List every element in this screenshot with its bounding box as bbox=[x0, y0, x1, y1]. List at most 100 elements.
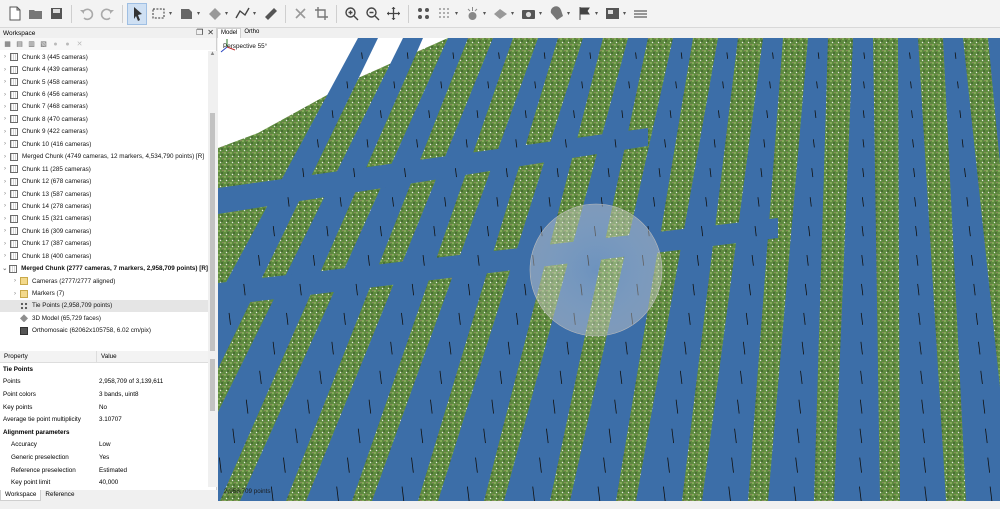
collapsed-arrow-icon[interactable]: › bbox=[0, 203, 10, 209]
model-viewport[interactable]: Perspective 55° 2,958,709 points bbox=[218, 38, 1000, 501]
tree-item[interactable]: › Chunk 11 (285 cameras) bbox=[0, 163, 208, 175]
model-selection-icon[interactable] bbox=[176, 3, 196, 25]
delete-icon[interactable] bbox=[290, 3, 310, 25]
collapsed-arrow-icon[interactable]: › bbox=[0, 79, 10, 85]
camera-icon[interactable] bbox=[518, 3, 538, 25]
dropdown-caret-icon[interactable]: ▾ bbox=[455, 10, 462, 17]
tree-item[interactable]: › Chunk 13 (587 cameras) bbox=[0, 188, 208, 200]
tree-item[interactable]: › Chunk 7 (468 cameras) bbox=[0, 101, 208, 113]
workspace-scrollbar[interactable]: ▲ ▼ bbox=[208, 51, 217, 375]
collapsed-arrow-icon[interactable]: › bbox=[0, 154, 10, 160]
markers-flag-icon[interactable] bbox=[574, 3, 594, 25]
move-icon[interactable] bbox=[383, 3, 403, 25]
draw-polyline-icon[interactable] bbox=[232, 3, 252, 25]
remove-icon[interactable]: ✕ bbox=[75, 40, 84, 49]
add-photos-icon[interactable]: ▤ bbox=[15, 40, 24, 49]
collapsed-arrow-icon[interactable]: › bbox=[0, 116, 10, 122]
tab-model[interactable]: Model bbox=[217, 28, 242, 38]
dropdown-caret-icon[interactable]: ▾ bbox=[595, 10, 602, 17]
collapsed-arrow-icon[interactable]: › bbox=[0, 104, 10, 110]
tree-item[interactable]: › Cameras (2777/2777 aligned) bbox=[0, 275, 208, 287]
tab-workspace[interactable]: Workspace bbox=[0, 490, 42, 501]
tab-reference[interactable]: Reference bbox=[41, 490, 78, 501]
tree-item[interactable]: › Chunk 3 (445 cameras) bbox=[0, 51, 208, 63]
disable-icon[interactable]: ● bbox=[63, 40, 72, 49]
redo-icon[interactable] bbox=[97, 3, 117, 25]
tree-item[interactable]: › Markers (7) bbox=[0, 287, 208, 299]
zoom-in-icon[interactable] bbox=[341, 3, 361, 25]
ruler-icon[interactable] bbox=[260, 3, 280, 25]
tree-item[interactable]: ⌄ Merged Chunk (2777 cameras, 7 markers, … bbox=[0, 262, 208, 274]
property-section[interactable]: Tie Points bbox=[0, 363, 208, 376]
tree-item[interactable]: › Chunk 18 (400 cameras) bbox=[0, 250, 208, 262]
tree-item[interactable]: › Chunk 9 (422 cameras) bbox=[0, 126, 208, 138]
property-row[interactable]: Key point limit 40,000 bbox=[0, 476, 208, 487]
zoom-out-icon[interactable] bbox=[362, 3, 382, 25]
expanded-arrow-icon[interactable]: ⌄ bbox=[0, 265, 9, 272]
new-file-icon[interactable] bbox=[4, 3, 24, 25]
open-folder-icon[interactable] bbox=[25, 3, 45, 25]
collapsed-arrow-icon[interactable]: › bbox=[0, 166, 10, 172]
lighting-icon[interactable] bbox=[462, 3, 482, 25]
collapsed-arrow-icon[interactable]: › bbox=[0, 228, 10, 234]
undo-icon[interactable] bbox=[76, 3, 96, 25]
undock-icon[interactable]: ❐ bbox=[196, 28, 203, 38]
tree-item[interactable]: 3D Model (65,729 faces) bbox=[0, 312, 208, 324]
collapsed-arrow-icon[interactable]: › bbox=[10, 278, 20, 284]
add-chunk-icon[interactable]: ▦ bbox=[3, 40, 12, 49]
tree-item[interactable]: › Chunk 4 (439 cameras) bbox=[0, 63, 208, 75]
navigation-pointer-icon[interactable] bbox=[127, 2, 147, 25]
collapsed-arrow-icon[interactable]: › bbox=[0, 141, 10, 147]
dropdown-caret-icon[interactable]: ▾ bbox=[539, 10, 546, 17]
tree-item[interactable]: › Chunk 6 (456 cameras) bbox=[0, 88, 208, 100]
property-row[interactable]: Accuracy Low bbox=[0, 439, 208, 452]
shape-selection-icon[interactable] bbox=[204, 3, 224, 25]
enable-icon[interactable]: ● bbox=[51, 40, 60, 49]
tree-item[interactable]: Orthomosaic (62062x105758, 6.02 cm/pix) bbox=[0, 325, 208, 337]
tree-item[interactable]: › Chunk 12 (678 cameras) bbox=[0, 175, 208, 187]
dropdown-caret-icon[interactable]: ▾ bbox=[225, 10, 232, 17]
property-row[interactable]: Point colors 3 bands, uint8 bbox=[0, 388, 208, 401]
tree-item[interactable]: › Chunk 10 (416 cameras) bbox=[0, 138, 208, 150]
tree-item[interactable]: › Merged Chunk (4749 cameras, 12 markers,… bbox=[0, 151, 208, 163]
dropdown-caret-icon[interactable]: ▾ bbox=[567, 10, 574, 17]
collapsed-arrow-icon[interactable]: › bbox=[0, 67, 10, 73]
collapsed-arrow-icon[interactable]: › bbox=[0, 54, 10, 60]
collapsed-arrow-icon[interactable]: › bbox=[0, 241, 10, 247]
collapsed-arrow-icon[interactable]: › bbox=[0, 253, 10, 259]
rectangle-selection-icon[interactable] bbox=[148, 3, 168, 25]
collapsed-arrow-icon[interactable]: › bbox=[0, 92, 10, 98]
property-section[interactable]: Alignment parameters bbox=[0, 426, 208, 439]
property-row[interactable]: Average tie point multiplicity 3.10707 bbox=[0, 413, 208, 426]
property-row[interactable]: Points 2,958,709 of 3,139,611 bbox=[0, 376, 208, 389]
tree-item[interactable]: › Chunk 5 (458 cameras) bbox=[0, 76, 208, 88]
property-row[interactable]: Generic preselection Yes bbox=[0, 451, 208, 464]
property-row[interactable]: Key points No bbox=[0, 401, 208, 414]
crop-icon[interactable] bbox=[311, 3, 331, 25]
property-row[interactable]: Reference preselection Estimated bbox=[0, 464, 208, 477]
dropdown-caret-icon[interactable]: ▾ bbox=[511, 10, 518, 17]
layers-icon[interactable] bbox=[630, 3, 650, 25]
collapsed-arrow-icon[interactable]: › bbox=[0, 179, 10, 185]
collapsed-arrow-icon[interactable]: › bbox=[0, 191, 10, 197]
shapes-icon[interactable] bbox=[546, 3, 566, 25]
dropdown-caret-icon[interactable]: ▾ bbox=[169, 10, 176, 17]
tree-item[interactable]: › Chunk 17 (387 cameras) bbox=[0, 238, 208, 250]
collapsed-arrow-icon[interactable]: › bbox=[10, 291, 20, 297]
dropdown-caret-icon[interactable]: ▾ bbox=[253, 10, 260, 17]
dropdown-caret-icon[interactable]: ▾ bbox=[483, 10, 490, 17]
save-icon[interactable] bbox=[46, 3, 66, 25]
collapsed-arrow-icon[interactable]: › bbox=[0, 216, 10, 222]
dropdown-caret-icon[interactable]: ▾ bbox=[197, 10, 204, 17]
close-pane-icon[interactable]: ✕ bbox=[207, 28, 214, 38]
tree-item[interactable]: › Chunk 16 (309 cameras) bbox=[0, 225, 208, 237]
tab-ortho[interactable]: Ortho bbox=[241, 28, 262, 38]
merge-icon[interactable]: ▧ bbox=[39, 40, 48, 49]
tree-item[interactable]: › Chunk 14 (278 cameras) bbox=[0, 200, 208, 212]
dropdown-caret-icon[interactable]: ▾ bbox=[623, 10, 630, 17]
tree-item[interactable]: › Chunk 15 (321 cameras) bbox=[0, 213, 208, 225]
point-cloud-icon[interactable] bbox=[413, 3, 433, 25]
scrollbar-thumb[interactable] bbox=[210, 113, 215, 365]
dense-cloud-icon[interactable] bbox=[434, 3, 454, 25]
scrollbar-thumb[interactable] bbox=[210, 359, 215, 411]
